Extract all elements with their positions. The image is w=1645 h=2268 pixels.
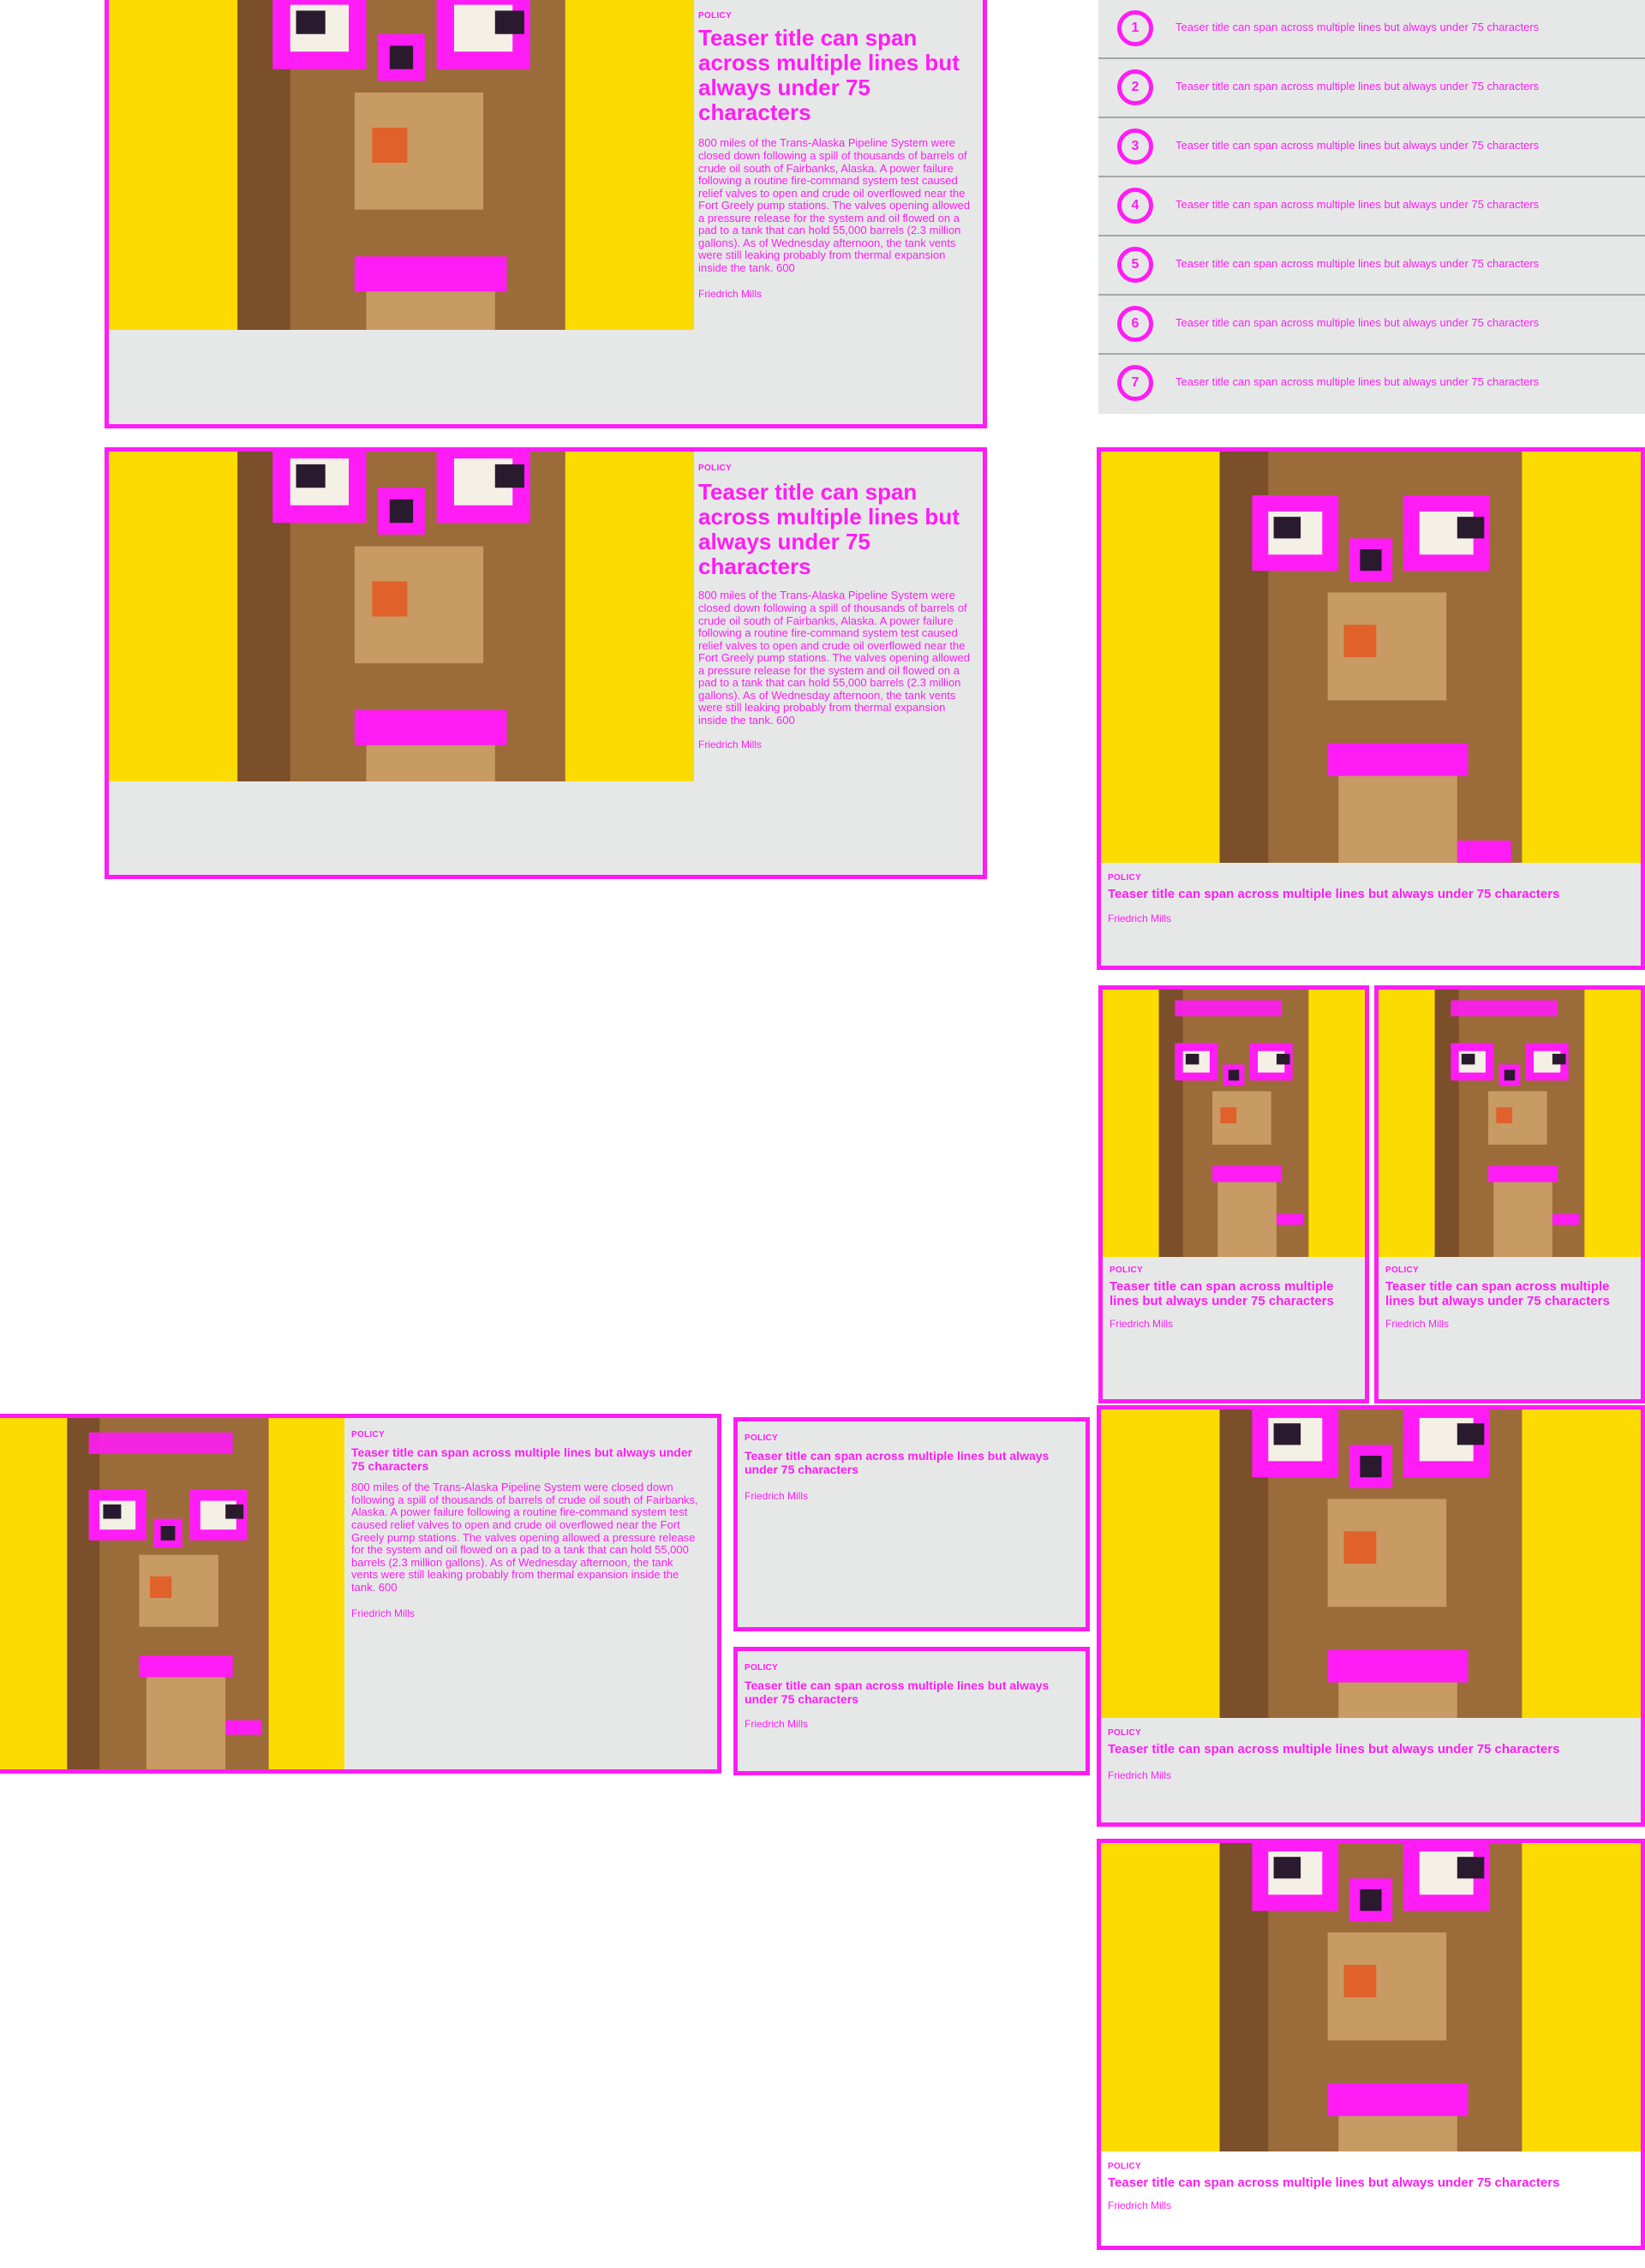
article-title[interactable]: Teaser title can span across multiple li…	[745, 1449, 1079, 1476]
rank-number: 7	[1117, 365, 1153, 401]
article-image	[1103, 990, 1365, 1257]
author-name[interactable]: Friedrich Mills	[745, 1718, 1079, 1730]
category-tag: POLICY	[698, 11, 733, 21]
list-item-title[interactable]: Teaser title can span across multiple li…	[1175, 375, 1539, 388]
rank-number: 4	[1117, 188, 1153, 224]
list-item-title[interactable]: Teaser title can span across multiple li…	[1175, 316, 1539, 329]
article-title[interactable]: Teaser title can span across multiple li…	[1108, 887, 1630, 902]
category-tag: POLICY	[1108, 1728, 1142, 1738]
article-title[interactable]: Teaser title can span across multiple li…	[1108, 2175, 1630, 2191]
article-image	[109, 452, 694, 781]
category-tag: POLICY	[1108, 873, 1142, 883]
list-item-title[interactable]: Teaser title can span across multiple li…	[1175, 257, 1539, 270]
pixel-bear-icon	[109, 452, 694, 781]
article-title[interactable]: Teaser title can span across multiple li…	[1385, 1279, 1634, 1309]
pixel-bear-icon	[1101, 452, 1641, 863]
author-name[interactable]: Friedrich Mills	[1110, 1318, 1358, 1330]
article-card-right-1[interactable]: POLICY Teaser title can span across mult…	[1097, 447, 1645, 970]
article-summary: 800 miles of the Trans-Alaska Pipeline S…	[698, 136, 970, 274]
pixel-bear-icon	[109, 0, 694, 330]
pixel-bear-icon	[0, 1418, 344, 1769]
pixel-bear-icon	[1101, 1843, 1641, 2151]
rank-number: 3	[1117, 129, 1153, 165]
article-image	[1101, 1409, 1641, 1718]
article-card-small-1[interactable]: POLICY Teaser title can span across mult…	[1098, 985, 1369, 1403]
article-image	[0, 1418, 344, 1769]
list-item[interactable]: 7 Teaser title can span across multiple …	[1098, 353, 1645, 412]
article-title[interactable]: Teaser title can span across multiple li…	[1110, 1279, 1358, 1309]
article-card-small-2[interactable]: POLICY Teaser title can span across mult…	[1374, 985, 1645, 1403]
rank-number: 2	[1117, 69, 1153, 105]
article-summary: 800 miles of the Trans-Alaska Pipeline S…	[351, 1481, 698, 1594]
rank-number: 1	[1117, 10, 1153, 46]
article-title[interactable]: Teaser title can span across multiple li…	[698, 25, 971, 125]
list-item[interactable]: 1 Teaser title can span across multiple …	[1098, 0, 1645, 59]
pixel-bear-icon	[1103, 990, 1365, 1257]
article-image	[1101, 1843, 1641, 2151]
category-tag: POLICY	[1108, 2162, 1142, 2171]
category-tag: POLICY	[745, 1663, 779, 1673]
article-card-right-2[interactable]: POLICY Teaser title can span across mult…	[1097, 1405, 1645, 1827]
author-name[interactable]: Friedrich Mills	[351, 1607, 703, 1619]
category-tag: POLICY	[698, 464, 733, 473]
article-title[interactable]: Teaser title can span across multiple li…	[698, 479, 971, 579]
list-item[interactable]: 6 Teaser title can span across multiple …	[1098, 294, 1645, 355]
numbered-list: 1 Teaser title can span across multiple …	[1098, 0, 1645, 414]
list-item-title[interactable]: Teaser title can span across multiple li…	[1175, 198, 1539, 211]
list-item[interactable]: 3 Teaser title can span across multiple …	[1098, 117, 1645, 177]
author-name[interactable]: Friedrich Mills	[1108, 913, 1630, 925]
article-title[interactable]: Teaser title can span across multiple li…	[745, 1679, 1079, 1706]
category-tag: POLICY	[1110, 1266, 1144, 1275]
list-item[interactable]: 2 Teaser title can span across multiple …	[1098, 57, 1645, 118]
author-name[interactable]: Friedrich Mills	[1108, 1769, 1630, 1781]
list-item[interactable]: 4 Teaser title can span across multiple …	[1098, 176, 1645, 236]
author-name[interactable]: Friedrich Mills	[745, 1490, 1079, 1502]
author-name[interactable]: Friedrich Mills	[1108, 2199, 1630, 2211]
article-image	[1101, 452, 1641, 863]
article-card-wide[interactable]: POLICY Teaser title can span across mult…	[0, 1414, 721, 1774]
list-item[interactable]: 5 Teaser title can span across multiple …	[1098, 235, 1645, 296]
category-tag: POLICY	[1385, 1266, 1420, 1275]
author-name[interactable]: Friedrich Mills	[698, 739, 971, 751]
author-name[interactable]: Friedrich Mills	[698, 288, 971, 300]
article-title[interactable]: Teaser title can span across multiple li…	[1108, 1742, 1630, 1757]
article-image	[1379, 990, 1641, 1257]
rank-number: 6	[1117, 306, 1153, 342]
article-card-large-1[interactable]: POLICY Teaser title can span across mult…	[105, 0, 987, 428]
article-card-large-2[interactable]: POLICY Teaser title can span across mult…	[105, 447, 987, 879]
article-title[interactable]: Teaser title can span across multiple li…	[351, 1445, 703, 1473]
pixel-bear-icon	[1101, 1409, 1641, 1718]
list-item-title[interactable]: Teaser title can span across multiple li…	[1175, 80, 1539, 93]
list-item-title[interactable]: Teaser title can span across multiple li…	[1175, 21, 1539, 33]
category-tag: POLICY	[745, 1433, 779, 1443]
pixel-bear-icon	[1379, 990, 1641, 1257]
article-summary: 800 miles of the Trans-Alaska Pipeline S…	[698, 589, 970, 727]
article-card-text-2[interactable]: POLICY Teaser title can span across mult…	[733, 1647, 1090, 1775]
category-tag: POLICY	[351, 1430, 386, 1439]
article-image	[109, 0, 694, 330]
author-name[interactable]: Friedrich Mills	[1385, 1318, 1634, 1330]
article-card-right-3[interactable]: POLICY Teaser title can span across mult…	[1097, 1839, 1645, 2250]
list-item-title[interactable]: Teaser title can span across multiple li…	[1175, 139, 1539, 152]
article-card-text-1[interactable]: POLICY Teaser title can span across mult…	[733, 1417, 1090, 1631]
rank-number: 5	[1117, 247, 1153, 283]
